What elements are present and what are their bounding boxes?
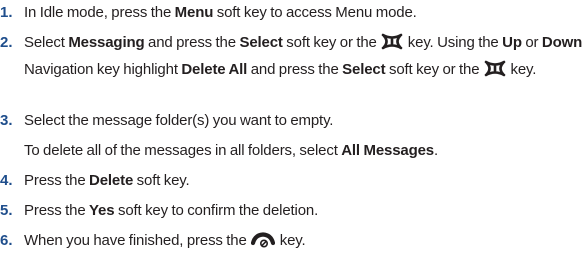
step-5: 5. Press the Yes soft key to confirm the…: [0, 199, 585, 223]
step-number: 2.: [0, 34, 13, 51]
ok-key-icon: [381, 33, 403, 58]
end-key-icon: [251, 231, 276, 256]
text-run: and press the: [144, 34, 240, 51]
text-run: soft key or the: [282, 34, 381, 51]
step-number: 3.: [0, 112, 13, 129]
step-6: 6. When you have finished, press the key…: [0, 229, 585, 256]
keyword: Delete All: [181, 61, 248, 78]
text-run: .: [433, 142, 439, 159]
text-run: key.: [276, 232, 306, 249]
text-run: When you have finished, press the: [24, 232, 251, 249]
text-run: In Idle mode, press the: [24, 4, 175, 21]
keyword: All Messages: [341, 142, 434, 159]
step-number: 1.: [0, 4, 13, 21]
instruction-list: 1. In Idle mode, press the Menu soft key…: [0, 0, 587, 259]
step-1: 1. In Idle mode, press the Menu soft key…: [0, 1, 585, 25]
keyword: Up: [502, 34, 522, 51]
text-run: soft key.: [133, 172, 190, 189]
step-text: Press the Delete soft key.: [24, 169, 585, 193]
step-2: 2. Select Messaging and press the Select…: [0, 31, 585, 85]
text-run: key.: [506, 61, 537, 78]
text-run: To delete all of the messages in all fol…: [24, 142, 342, 159]
keyword: Select: [342, 61, 386, 78]
keyword: Menu: [174, 4, 214, 21]
keyword: Delete: [89, 172, 134, 189]
text-run: Select: [24, 34, 69, 51]
ok-key-icon: [484, 60, 506, 85]
text-run: soft key or the: [385, 61, 483, 78]
step-text: Press the Yes soft key to confirm the de…: [24, 199, 585, 223]
text-run: Press the: [24, 172, 90, 189]
step-text: When you have finished, press the key.: [24, 229, 585, 256]
step-number: 5.: [0, 202, 13, 219]
step-text: Select Messaging and press the Select so…: [24, 31, 585, 85]
step-number: 4.: [0, 172, 13, 189]
text-run: soft key to access Menu mode.: [213, 4, 417, 21]
text-run: or: [521, 34, 542, 51]
step-text: In Idle mode, press the Menu soft key to…: [24, 1, 585, 25]
text-run: soft key to confirm the deletion.: [114, 202, 319, 219]
step-text: Select the message folder(s) you want to…: [24, 112, 334, 129]
keyword: Messaging: [68, 34, 145, 51]
text-run: and press the: [247, 61, 343, 78]
step-3: 3. Select the message folder(s) you want…: [0, 109, 585, 133]
keyword: Select: [239, 34, 283, 51]
step-4: 4. Press the Delete soft key.: [0, 169, 585, 193]
step-3-note: To delete all of the messages in all fol…: [24, 139, 584, 163]
text-run: Navigation key highlight: [24, 61, 182, 78]
keyword: Yes: [89, 202, 115, 219]
text-run: key. Using the: [404, 34, 503, 51]
keyword: Down: [541, 34, 583, 51]
text-run: Press the: [24, 202, 90, 219]
step-number: 6.: [0, 232, 13, 249]
